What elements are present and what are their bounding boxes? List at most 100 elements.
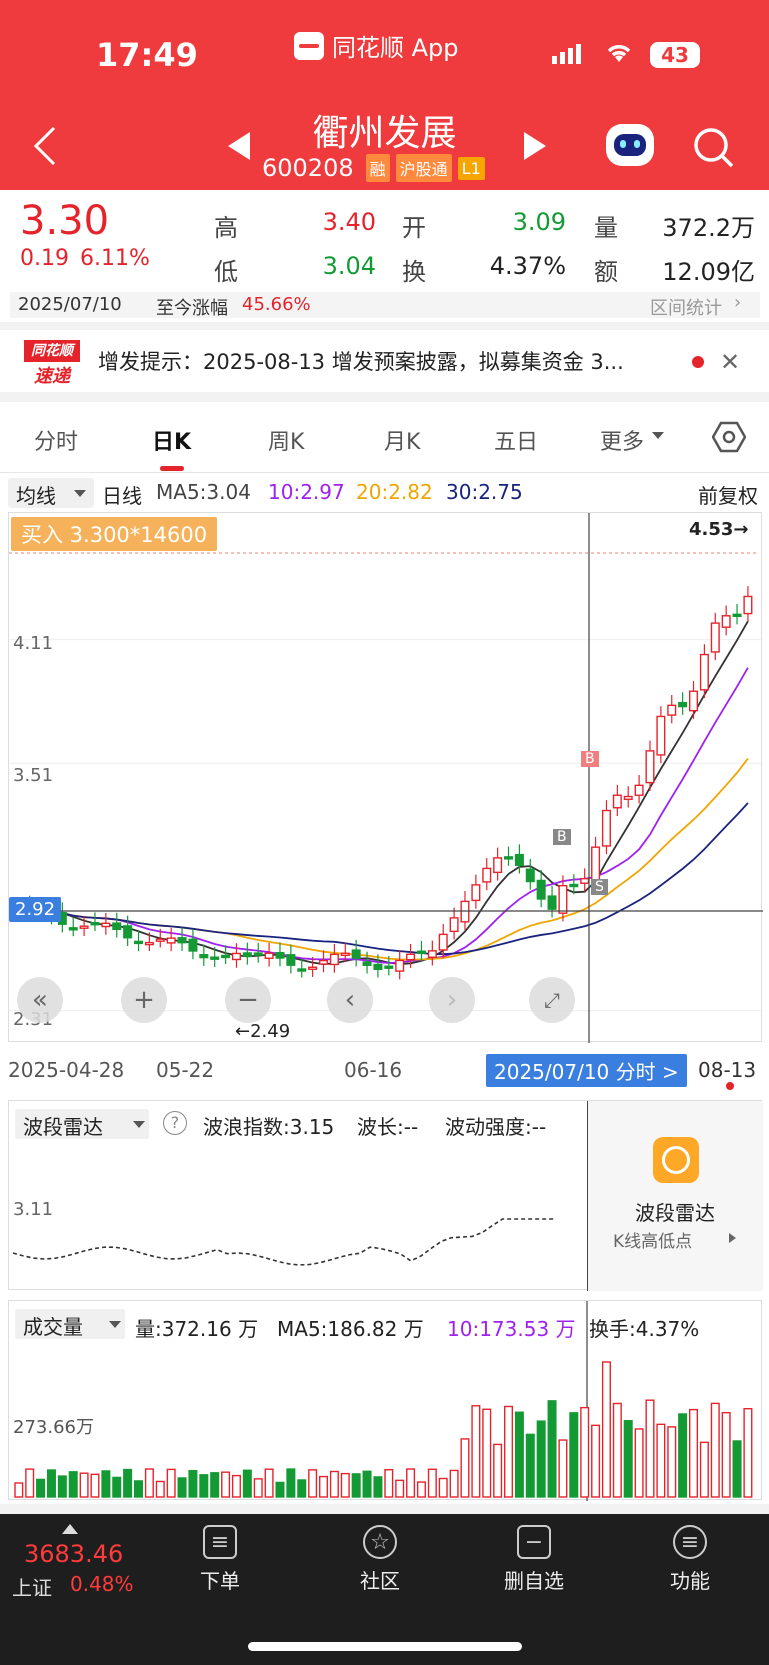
candle-body [329, 953, 339, 966]
settings-hexagon-icon[interactable] [711, 420, 747, 458]
scroll-right-button[interactable]: › [429, 977, 475, 1023]
fullscreen-button[interactable]: ⤢ [529, 977, 575, 1023]
candle-body [264, 952, 274, 959]
volume-bar [384, 1469, 394, 1498]
candle-body [689, 690, 699, 712]
volume-bar [547, 1400, 557, 1498]
volume-bar [656, 1423, 666, 1498]
index-value[interactable]: 3683.46 [24, 1540, 123, 1568]
app-name: 同花顺 App [332, 34, 459, 62]
volume-bars-svg [14, 1301, 753, 1501]
volume-bar [416, 1481, 426, 1498]
tab-five-day[interactable]: 五日 [494, 424, 538, 456]
tag-margin: 融 [365, 154, 390, 182]
signal-icon [552, 44, 581, 64]
volume-bar [221, 1471, 231, 1498]
candle-body [199, 954, 209, 959]
candle-body [144, 941, 154, 946]
indicator-selector[interactable]: 均线 [8, 478, 94, 508]
volume-bar [645, 1399, 655, 1498]
volume-bar [14, 1482, 24, 1498]
candle-body [504, 856, 514, 860]
radar-side-panel[interactable]: 波段雷达 K线高低点 [587, 1101, 763, 1291]
turnover-label: 换 [402, 258, 426, 286]
volume-bar [427, 1468, 437, 1498]
tab-more[interactable]: 更多 [600, 424, 644, 456]
candle-body [297, 968, 307, 972]
turnover-value: 4.37% [489, 252, 566, 280]
close-icon[interactable]: ✕ [720, 348, 740, 376]
volume-bar [667, 1426, 677, 1498]
range-stat-row[interactable]: 2025/07/10 至今涨幅 45.66% 区间统计 › [10, 292, 760, 320]
volume-bar [286, 1468, 296, 1498]
unread-dot-icon [692, 356, 704, 368]
radar-app-icon [653, 1137, 699, 1183]
caret-down-icon [652, 432, 664, 439]
volume-bar [319, 1475, 329, 1498]
volume-bar [253, 1478, 263, 1498]
candle-body [667, 704, 677, 716]
candle-body [90, 922, 100, 926]
volume-bar [275, 1481, 285, 1498]
nav-functions[interactable]: ≡ 功能 [650, 1525, 730, 1594]
candle-body [514, 853, 524, 866]
volume-bar [525, 1433, 535, 1498]
buy-badge[interactable]: 买入 3.300*14600 [11, 517, 218, 551]
volume-bar [297, 1479, 307, 1498]
volume-panel[interactable]: 成交量 量:372.16 万 MA5:186.82 万 10:173.53 万 … [8, 1300, 762, 1501]
volume-bar [580, 1406, 590, 1498]
volume-bar [144, 1468, 154, 1498]
kline-chart[interactable]: 买入 3.300*14600 4.53→ 4.11 3.51 2.31 2.92… [8, 512, 763, 1043]
volume-bar [493, 1443, 503, 1498]
volume-bar [373, 1476, 383, 1498]
range-stat-link[interactable]: 区间统计 [650, 294, 722, 320]
ma30-label: 30:2.75 [446, 480, 523, 504]
notice-text[interactable]: 增发提示：2025-08-13 增发预案披露，拟募集资金 3... [98, 346, 678, 376]
next-stock-icon[interactable] [524, 132, 546, 164]
volume-bar [471, 1405, 481, 1498]
zoom-in-button[interactable]: + [121, 977, 167, 1023]
current-price: 3.30 [20, 198, 110, 244]
app-badge[interactable]: 同花顺 App [294, 28, 459, 63]
high-label: 高 [214, 214, 238, 242]
nav-remove-watchlist[interactable]: − 删自选 [494, 1525, 574, 1594]
divider [0, 392, 769, 402]
adjust-mode[interactable]: 前复权 [698, 480, 758, 509]
volume-bar [329, 1470, 339, 1498]
candle-body [340, 952, 350, 956]
candle-body [373, 963, 383, 971]
candle-body [188, 938, 198, 952]
search-icon[interactable] [692, 126, 736, 174]
volume-bar [732, 1440, 742, 1498]
tab-monthly-k[interactable]: 月K [384, 424, 420, 456]
volume-bar [721, 1411, 731, 1498]
candle-body [536, 879, 546, 900]
caret-down-icon [74, 490, 86, 497]
period-label: 日线 [102, 484, 142, 508]
min-price-marker: ←2.49 [235, 1021, 291, 1042]
wave-radar-panel[interactable]: 波段雷达 ? 波浪指数:3.15 波长:-- 波动强度:-- 3.11 波段雷达… [8, 1100, 763, 1291]
crosshair-date-label[interactable]: 2025/07/10 分时 > [486, 1054, 687, 1087]
crosshair-vertical [587, 1101, 589, 1291]
scroll-left-button[interactable]: ‹ [327, 977, 373, 1023]
volume-bar [395, 1479, 405, 1498]
volume-bar [308, 1469, 318, 1498]
functions-menu-icon: ≡ [673, 1525, 707, 1559]
volume-bar [155, 1480, 165, 1498]
notice-logo-bottom: 速递 [34, 366, 70, 387]
volume-bar [634, 1428, 644, 1498]
x-label-start: 2025-04-28 [8, 1058, 125, 1082]
candle-body [449, 917, 459, 933]
volume-bar [25, 1468, 35, 1498]
tab-daily-k[interactable]: 日K [152, 424, 191, 456]
candle-body [558, 884, 568, 914]
nav-order[interactable]: ≡ 下单 [180, 1525, 260, 1594]
robot-assistant-icon[interactable] [606, 124, 654, 166]
tab-intraday[interactable]: 分时 [34, 424, 78, 456]
remove-watchlist-icon: − [517, 1525, 551, 1559]
zoom-out-far-button[interactable]: « [17, 977, 63, 1023]
zoom-out-button[interactable]: − [225, 977, 271, 1023]
tab-weekly-k[interactable]: 周K [268, 424, 304, 456]
nav-community[interactable]: ☆ 社区 [340, 1525, 420, 1594]
candle-body [308, 966, 318, 970]
